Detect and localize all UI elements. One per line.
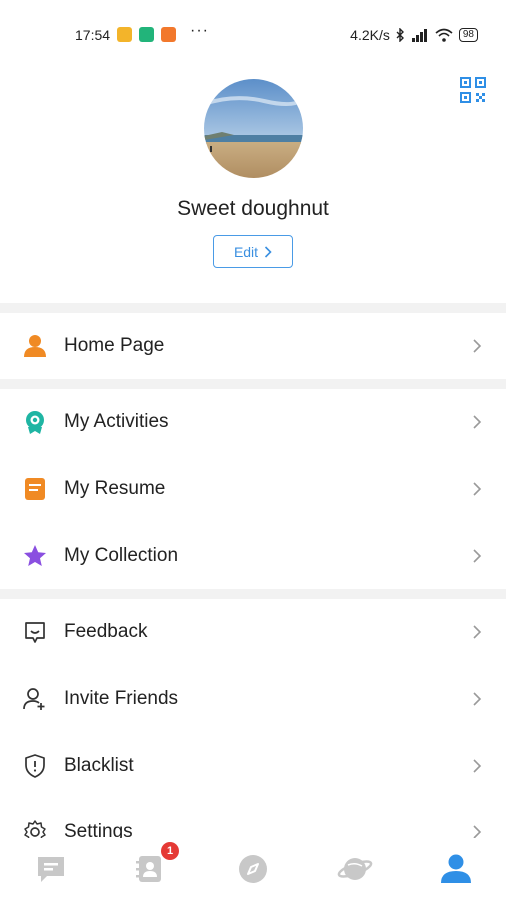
chevron-right-icon (473, 482, 482, 496)
notification-badge: 1 (161, 842, 179, 860)
status-bar: 17:54 ··· 4.2K/s 98 (0, 0, 506, 70)
tab-discover[interactable] (233, 849, 273, 889)
username: Sweet doughnut (177, 197, 329, 220)
menu-label: Blacklist (64, 755, 134, 776)
message-icon (38, 857, 64, 882)
chevron-right-icon (473, 625, 482, 639)
heart-app-icon (161, 27, 176, 42)
battery-indicator: 98 (458, 28, 478, 42)
menu-item-my-collection[interactable]: My Collection (0, 523, 506, 589)
menu-label: My Collection (64, 545, 179, 566)
menu-label: My Activities (64, 411, 169, 432)
resume-icon (22, 476, 48, 502)
menu-item-feedback[interactable]: Feedback (0, 599, 506, 665)
menu-label: Invite Friends (64, 688, 179, 709)
tab-profile[interactable] (436, 849, 476, 889)
person-icon (22, 333, 48, 359)
add-person-icon (22, 686, 48, 712)
chevron-right-icon (473, 692, 482, 706)
edit-label: Edit (233, 243, 259, 260)
shield-icon (22, 753, 48, 779)
menu-item-my-resume[interactable]: My Resume (0, 456, 506, 522)
chevron-right-icon (264, 245, 272, 258)
mail-app-icon (117, 27, 132, 42)
section-divider (0, 589, 506, 599)
avatar[interactable] (204, 79, 303, 178)
menu-label: My Resume (64, 478, 166, 499)
menu-label: Feedback (64, 621, 148, 642)
status-right: 4.2K/s 98 (350, 27, 478, 43)
menu-item-invite-friends[interactable]: Invite Friends (0, 666, 506, 732)
planet-icon (337, 858, 373, 880)
menu-label: Home Page (64, 335, 165, 356)
qr-code-icon[interactable] (460, 77, 486, 103)
tab-planet[interactable] (335, 849, 375, 889)
bottom-tab-bar (0, 838, 506, 900)
chevron-right-icon (473, 549, 482, 563)
status-time: 17:54 (75, 27, 111, 43)
person-icon (441, 854, 471, 883)
tab-messages[interactable] (31, 849, 71, 889)
section-divider (0, 303, 506, 313)
network-speed: 4.2K/s (350, 27, 390, 43)
chevron-right-icon (473, 339, 482, 353)
edit-profile-button[interactable]: Edit (213, 235, 293, 268)
chevron-right-icon (473, 415, 482, 429)
wifi-icon (435, 28, 453, 42)
chevron-right-icon (473, 759, 482, 773)
notification-icons (117, 27, 176, 42)
more-notifications-icon: ··· (190, 22, 209, 39)
menu-item-home-page[interactable]: Home Page (0, 313, 506, 379)
signal-icon (411, 29, 427, 42)
section-divider (0, 379, 506, 389)
menu-item-blacklist[interactable]: Blacklist (0, 733, 506, 799)
contacts-icon (136, 856, 161, 882)
feedback-icon (22, 619, 48, 645)
chat-app-icon (139, 27, 154, 42)
star-icon (22, 543, 48, 569)
bluetooth-icon (396, 28, 404, 42)
menu-item-my-activities[interactable]: My Activities (0, 389, 506, 455)
activity-badge-icon (22, 409, 48, 435)
compass-icon (239, 855, 267, 883)
